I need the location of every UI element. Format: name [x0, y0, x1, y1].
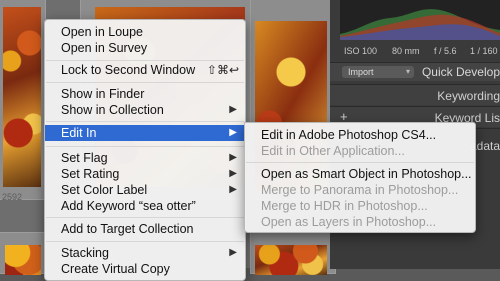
photo-thumbnail[interactable]: [3, 7, 41, 187]
aperture: f / 5.6: [434, 46, 457, 56]
menu-item-label: Open in Loupe: [61, 25, 144, 39]
submenu-item-open-as-layers: Open as Layers in Photoshop...: [245, 214, 475, 230]
submenu-item-edit-in-photoshop[interactable]: Edit in Adobe Photoshop CS4...: [245, 127, 475, 143]
photo-thumbnail[interactable]: [5, 245, 41, 275]
submenu-arrow-icon: ▶: [229, 168, 237, 179]
menu-item-set-rating[interactable]: Set Rating ▶: [45, 166, 245, 182]
submenu-item-open-as-smart-object[interactable]: Open as Smart Object in Photoshop...: [245, 166, 475, 182]
menu-item-lock-to-second-window[interactable]: Lock to Second Window ⇧⌘↩: [45, 62, 245, 78]
keywording-title: Keywording: [437, 89, 500, 103]
quick-develop-header[interactable]: Import ▾ Quick Develop: [330, 62, 500, 81]
menu-item-label: Lock to Second Window: [61, 63, 196, 77]
menu-item-add-to-target-collection[interactable]: Add to Target Collection: [45, 221, 245, 237]
menu-item-open-in-loupe[interactable]: Open in Loupe: [45, 24, 245, 40]
menu-item-edit-in[interactable]: Edit In ▶: [45, 125, 245, 141]
submenu-item-edit-in-other-app: Edit in Other Application...: [245, 143, 475, 159]
menu-item-label: Create Virtual Copy: [61, 262, 170, 276]
edit-in-submenu: Edit in Adobe Photoshop CS4... Edit in O…: [244, 122, 476, 233]
menu-item-create-virtual-copy[interactable]: Create Virtual Copy: [45, 261, 245, 277]
keyboard-shortcut: ⇧⌘↩: [206, 63, 239, 77]
preset-select-value: Import: [348, 67, 374, 77]
iso-value: ISO 100: [344, 46, 378, 56]
submenu-arrow-icon: ▶: [229, 152, 237, 163]
histogram: [340, 0, 500, 40]
context-menu: Open in Loupe Open in Survey Lock to Sec…: [44, 19, 246, 281]
menu-item-label: Show in Collection: [61, 103, 164, 117]
menu-separator: [46, 82, 244, 83]
menu-item-open-in-survey[interactable]: Open in Survey: [45, 40, 245, 56]
submenu-item-label: Merge to HDR in Photoshop...: [261, 199, 428, 213]
menu-separator: [46, 217, 244, 218]
menu-item-show-in-finder[interactable]: Show in Finder: [45, 86, 245, 102]
menu-item-label: Add Keyword “sea otter”: [61, 199, 196, 213]
menu-separator: [46, 146, 244, 147]
menu-item-show-in-collection[interactable]: Show in Collection ▶: [45, 102, 245, 118]
cell-number: 2592: [2, 192, 23, 202]
submenu-arrow-icon: ▶: [229, 184, 237, 195]
menu-item-label: Edit In: [61, 126, 97, 140]
menu-item-label: Add to Target Collection: [61, 222, 194, 236]
menu-item-set-flag[interactable]: Set Flag ▶: [45, 150, 245, 166]
menu-item-label: Set Color Label: [61, 183, 148, 197]
submenu-arrow-icon: ▶: [229, 104, 237, 115]
menu-item-add-keyword[interactable]: Add Keyword “sea otter”: [45, 198, 245, 214]
keywording-header[interactable]: Keywording: [330, 84, 500, 105]
grid-cell[interactable]: [0, 0, 46, 200]
submenu-item-merge-to-panorama: Merge to Panorama in Photoshop...: [245, 182, 475, 198]
photo-thumbnail[interactable]: [255, 245, 327, 275]
menu-separator: [46, 60, 244, 61]
submenu-item-label: Edit in Adobe Photoshop CS4...: [261, 128, 437, 142]
menu-separator: [46, 241, 244, 242]
submenu-item-label: Merge to Panorama in Photoshop...: [261, 183, 459, 197]
menu-item-label: Stacking: [61, 246, 109, 260]
submenu-item-label: Open as Smart Object in Photoshop...: [261, 167, 472, 181]
focal-length: 80 mm: [392, 46, 420, 56]
shutter-speed: 1 / 160: [470, 46, 498, 56]
submenu-arrow-icon: ▶: [229, 127, 237, 138]
submenu-item-label: Edit in Other Application...: [261, 144, 405, 158]
menu-separator: [246, 162, 474, 163]
menu-item-set-color-label[interactable]: Set Color Label ▶: [45, 182, 245, 198]
exif-info: ISO 100 80 mm f / 5.6 1 / 160: [330, 46, 500, 60]
preset-select[interactable]: Import ▾: [342, 66, 414, 78]
menu-item-label: Show in Finder: [61, 87, 145, 101]
menu-item-label: Set Flag: [61, 151, 108, 165]
menu-separator: [46, 121, 244, 122]
menu-item-label: Set Rating: [61, 167, 120, 181]
quick-develop-title: Quick Develop: [421, 65, 500, 79]
menu-item-label: Open in Survey: [61, 41, 148, 55]
chevron-down-icon: ▾: [405, 67, 410, 76]
submenu-arrow-icon: ▶: [229, 247, 237, 258]
submenu-item-merge-to-hdr: Merge to HDR in Photoshop...: [245, 198, 475, 214]
submenu-item-label: Open as Layers in Photoshop...: [261, 215, 437, 229]
menu-item-stacking[interactable]: Stacking ▶: [45, 245, 245, 261]
